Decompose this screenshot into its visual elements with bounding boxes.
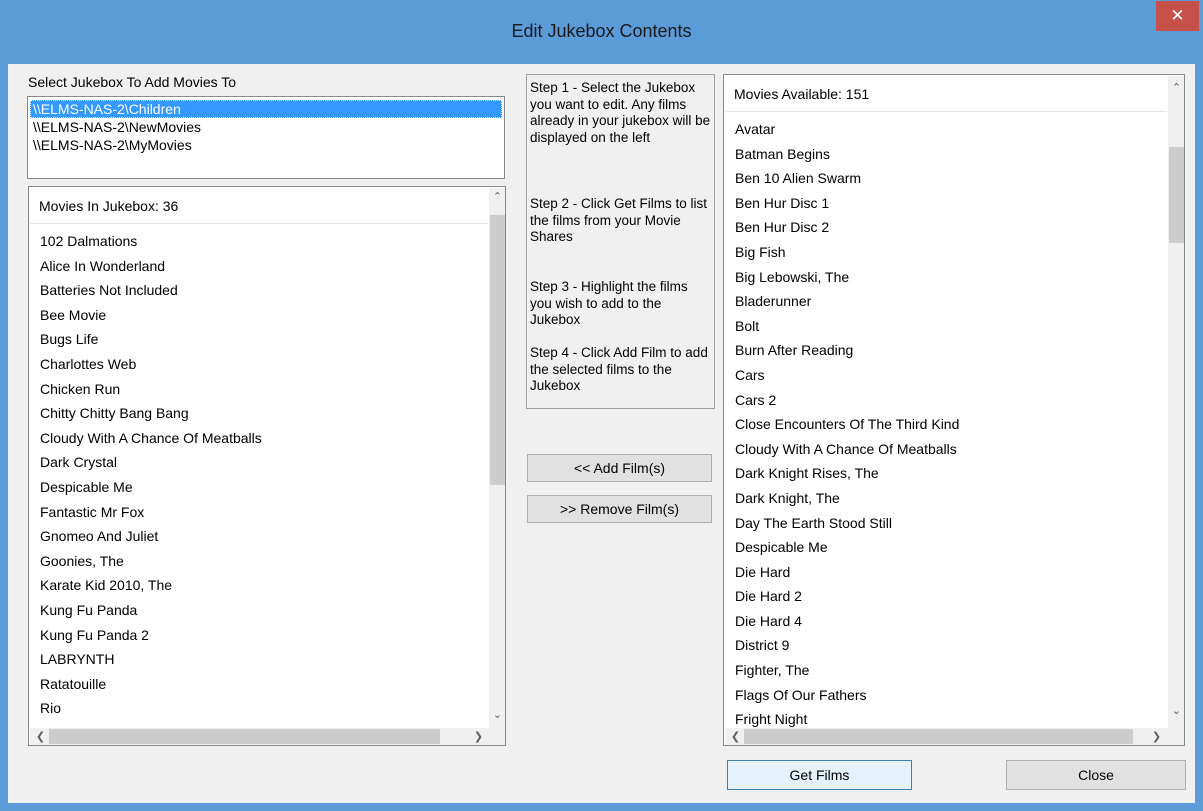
- jukebox-horizontal-scrollbar[interactable]: ❮ ❯: [30, 728, 489, 745]
- jukebox-movie-item[interactable]: Goonies, The: [30, 549, 262, 574]
- scroll-thumb[interactable]: [490, 215, 505, 485]
- close-icon: ✕: [1170, 6, 1185, 26]
- available-movie-item[interactable]: Avatar: [725, 117, 959, 142]
- jukebox-option[interactable]: \\ELMS-NAS-2\NewMovies: [30, 118, 502, 136]
- scroll-thumb[interactable]: [744, 729, 1133, 744]
- jukebox-movie-item[interactable]: Cloudy With A Chance Of Meatballs: [30, 426, 262, 451]
- jukebox-listbox[interactable]: \\ELMS-NAS-2\Children \\ELMS-NAS-2\NewMov…: [27, 96, 505, 179]
- step-3-text: Step 3 - Highlight the films you wish to…: [530, 279, 688, 327]
- add-films-button[interactable]: << Add Film(s): [527, 454, 712, 482]
- jukebox-movie-item[interactable]: Chicken Run: [30, 377, 262, 402]
- available-movie-item[interactable]: Ben Hur Disc 1: [725, 191, 959, 216]
- jukebox-movie-item[interactable]: LABRYNTH: [30, 647, 262, 672]
- scroll-up-icon[interactable]: ⌃: [1168, 79, 1184, 96]
- jukebox-movie-item[interactable]: Fantastic Mr Fox: [30, 500, 262, 525]
- jukebox-movie-item[interactable]: Ratatouille: [30, 672, 262, 697]
- jukebox-movie-item[interactable]: Batteries Not Included: [30, 278, 262, 303]
- available-movie-item[interactable]: Die Hard 4: [725, 609, 959, 634]
- available-movie-item[interactable]: Close Encounters Of The Third Kind: [725, 412, 959, 437]
- step-2-text: Step 2 - Click Get Films to list the fil…: [530, 196, 708, 244]
- jukebox-vertical-scrollbar[interactable]: ⌃ ⌄: [489, 188, 505, 728]
- step-1-text: Step 1 - Select the Jukebox you want to …: [530, 80, 711, 145]
- available-movie-item[interactable]: Dark Knight, The: [725, 486, 959, 511]
- jukebox-movie-item[interactable]: Gnomeo And Juliet: [30, 524, 262, 549]
- close-button[interactable]: Close: [1006, 760, 1186, 790]
- get-films-button[interactable]: Get Films: [727, 760, 912, 790]
- scroll-thumb[interactable]: [49, 729, 440, 744]
- available-movie-item[interactable]: Cars: [725, 363, 959, 388]
- jukebox-option[interactable]: \\ELMS-NAS-2\Children: [30, 100, 502, 118]
- title-bar[interactable]: Edit Jukebox Contents ✕: [0, 0, 1203, 64]
- available-movie-item[interactable]: Flags Of Our Fathers: [725, 683, 959, 708]
- jukebox-movie-item[interactable]: Bee Movie: [30, 303, 262, 328]
- available-movie-item[interactable]: Die Hard: [725, 560, 959, 585]
- available-movie-item[interactable]: Ben 10 Alien Swarm: [725, 166, 959, 191]
- available-movie-item[interactable]: Big Fish: [725, 240, 959, 265]
- available-movies-header: Movies Available: 151: [725, 76, 1167, 112]
- available-movie-item[interactable]: District 9: [725, 633, 959, 658]
- jukebox-movie-item[interactable]: Bugs Life: [30, 327, 262, 352]
- jukebox-movie-item[interactable]: Chitty Chitty Bang Bang: [30, 401, 262, 426]
- available-movie-item[interactable]: Day The Earth Stood Still: [725, 511, 959, 536]
- instructions-panel: Step 1 - Select the Jukebox you want to …: [526, 74, 715, 409]
- window-title: Edit Jukebox Contents: [511, 21, 692, 41]
- scroll-right-icon[interactable]: ❯: [1148, 728, 1165, 745]
- jukebox-movie-item[interactable]: Charlottes Web: [30, 352, 262, 377]
- available-movies-list[interactable]: Movies Available: 151 Avatar Batman Begin…: [723, 74, 1185, 746]
- scroll-up-icon[interactable]: ⌃: [489, 188, 505, 205]
- jukebox-option[interactable]: \\ELMS-NAS-2\MyMovies: [30, 136, 502, 154]
- jukebox-movie-item[interactable]: Despicable Me: [30, 475, 262, 500]
- available-movie-item[interactable]: Big Lebowski, The: [725, 265, 959, 290]
- scroll-left-icon[interactable]: ❮: [32, 728, 49, 745]
- jukebox-movies-header: Movies In Jukebox: 36: [30, 188, 488, 224]
- available-movie-item[interactable]: Batman Begins: [725, 142, 959, 167]
- jukebox-movies-list[interactable]: Movies In Jukebox: 36 102 Dalmations Alic…: [28, 186, 506, 746]
- jukebox-movie-item[interactable]: 102 Dalmations: [30, 229, 262, 254]
- scrollbar-corner: [489, 728, 505, 745]
- available-movie-item[interactable]: Fighter, The: [725, 658, 959, 683]
- jukebox-movie-item[interactable]: Kung Fu Panda: [30, 598, 262, 623]
- available-movie-item[interactable]: Bladerunner: [725, 289, 959, 314]
- available-vertical-scrollbar[interactable]: ⌃ ⌄: [1168, 76, 1184, 728]
- scroll-left-icon[interactable]: ❮: [727, 728, 744, 745]
- available-movie-item[interactable]: Cloudy With A Chance Of Meatballs: [725, 437, 959, 462]
- jukebox-movie-item[interactable]: Rio: [30, 696, 262, 721]
- dialog-window: Edit Jukebox Contents ✕ Select Jukebox T…: [0, 0, 1203, 811]
- step-4-text: Step 4 - Click Add Film to add the selec…: [530, 345, 708, 393]
- jukebox-movie-item[interactable]: Karate Kid 2010, The: [30, 573, 262, 598]
- close-window-button[interactable]: ✕: [1156, 1, 1199, 31]
- available-movie-item[interactable]: Ben Hur Disc 2: [725, 215, 959, 240]
- jukebox-movie-item[interactable]: Alice In Wonderland: [30, 254, 262, 279]
- scroll-thumb[interactable]: [1169, 147, 1184, 243]
- available-movie-item[interactable]: Die Hard 2: [725, 584, 959, 609]
- scroll-right-icon[interactable]: ❯: [470, 728, 487, 745]
- jukebox-select-label: Select Jukebox To Add Movies To: [28, 74, 237, 90]
- available-movie-item[interactable]: Bolt: [725, 314, 959, 339]
- scrollbar-corner: [1168, 728, 1184, 745]
- available-movie-item[interactable]: Burn After Reading: [725, 338, 959, 363]
- scroll-down-icon[interactable]: ⌄: [489, 706, 505, 723]
- available-movie-item[interactable]: Cars 2: [725, 388, 959, 413]
- available-movie-item[interactable]: Despicable Me: [725, 535, 959, 560]
- jukebox-movie-item[interactable]: Kung Fu Panda 2: [30, 623, 262, 648]
- available-horizontal-scrollbar[interactable]: ❮ ❯: [725, 728, 1168, 745]
- jukebox-movie-item[interactable]: Dark Crystal: [30, 450, 262, 475]
- dialog-client-area: Select Jukebox To Add Movies To \\ELMS-N…: [8, 64, 1195, 803]
- remove-films-button[interactable]: >> Remove Film(s): [527, 495, 712, 523]
- scroll-down-icon[interactable]: ⌄: [1168, 702, 1184, 719]
- available-movie-item[interactable]: Dark Knight Rises, The: [725, 461, 959, 486]
